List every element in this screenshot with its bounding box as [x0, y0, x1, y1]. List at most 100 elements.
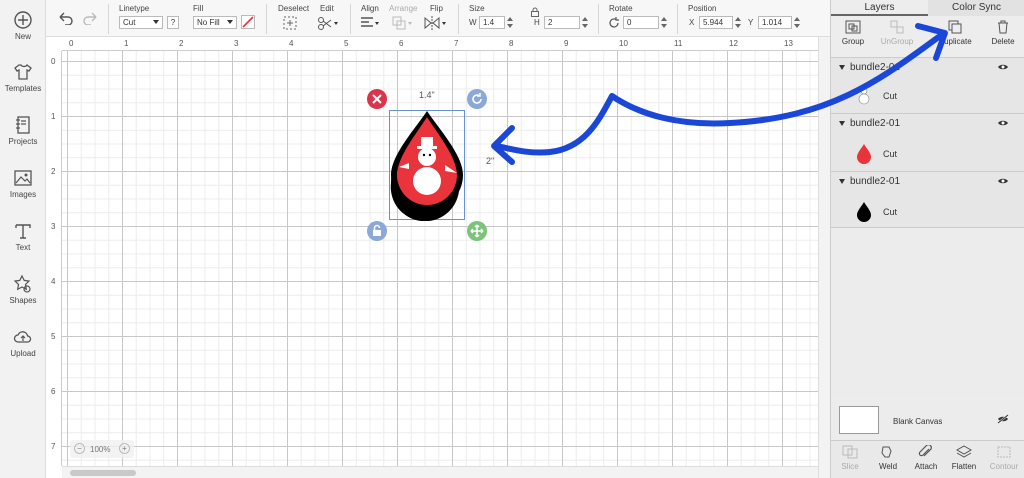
sidebar-item-projects[interactable]: Projects: [0, 115, 46, 146]
fill-color-swatch-icon[interactable]: [241, 15, 255, 29]
zoom-out-minus-icon[interactable]: −: [74, 443, 85, 454]
tab-color-sync[interactable]: Color Sync: [928, 0, 1024, 16]
chevron-down-icon: [227, 20, 233, 24]
black-drop-icon: [857, 202, 871, 222]
layer-group-header[interactable]: bundle2-01: [839, 176, 900, 187]
height-value: 2: [548, 18, 553, 27]
position-y-stepper[interactable]: [794, 16, 800, 29]
align-icon[interactable]: [359, 16, 381, 30]
ruler-tick-label: 1: [124, 39, 129, 48]
sidebar-item-shapes[interactable]: Shapes: [0, 274, 46, 305]
horizontal-scrollbar[interactable]: [62, 466, 818, 478]
layer-item-label: Cut: [883, 91, 898, 101]
height-stepper[interactable]: [582, 16, 588, 29]
linetype-help-button[interactable]: ?: [167, 16, 179, 29]
fill-select[interactable]: No Fill: [193, 16, 237, 29]
width-input[interactable]: 1.4: [479, 16, 505, 29]
redo-icon[interactable]: [82, 11, 98, 25]
ruler-tick-label: 0: [51, 57, 56, 66]
scrollbar-thumb[interactable]: [70, 470, 136, 476]
height-input[interactable]: 2: [544, 16, 580, 29]
slice-label: Slice: [841, 462, 859, 471]
design-canvas[interactable]: 1.4" 2": [62, 51, 818, 466]
snowman-drop-design[interactable]: [387, 109, 467, 221]
flatten-button[interactable]: Flatten: [945, 445, 983, 471]
sidebar-item-new[interactable]: New: [0, 10, 46, 41]
duplicate-icon: [948, 20, 962, 34]
eye-hidden-icon[interactable]: [997, 414, 1009, 424]
width-stepper[interactable]: [507, 16, 513, 29]
group-button[interactable]: Group: [831, 20, 875, 46]
delete-button[interactable]: Delete: [981, 20, 1024, 46]
layers-empty-area: [831, 228, 1024, 398]
rotate-label: Rotate: [609, 4, 633, 13]
delete-handle-close-icon[interactable]: [366, 88, 388, 110]
ruler-tick-label: 3: [234, 39, 239, 48]
rotate-icon: [609, 17, 619, 28]
linetype-select[interactable]: Cut: [119, 16, 163, 29]
sidebar-item-text[interactable]: Text: [0, 221, 46, 252]
bottom-action-bar: Slice Weld Attach Flatten Contour: [831, 440, 1024, 478]
fill-value: No Fill: [197, 18, 220, 27]
slice-button[interactable]: Slice: [831, 445, 869, 471]
eye-icon[interactable]: [997, 63, 1009, 71]
sidebar-item-templates[interactable]: Templates: [0, 62, 46, 93]
scale-handle-icon[interactable]: [466, 220, 488, 242]
duplicate-button[interactable]: Duplicate: [933, 20, 977, 46]
toolbar-divider: [350, 4, 351, 34]
tab-layers[interactable]: Layers: [831, 0, 928, 16]
y-prefix: Y: [748, 18, 754, 27]
scissors-icon[interactable]: [317, 16, 339, 30]
rotate-handle-icon[interactable]: [466, 88, 488, 110]
lock-handle-icon[interactable]: [366, 220, 388, 242]
layer-group-name: bundle2-01: [850, 118, 901, 129]
rotate-input[interactable]: 0: [623, 16, 659, 29]
weld-button[interactable]: Weld: [869, 445, 907, 471]
ruler-tick-label: 1: [51, 112, 56, 121]
design-space-app: New Templates Projects Images Text Shape…: [0, 0, 1024, 478]
layer-group[interactable]: bundle2-01 Cut: [831, 113, 1024, 171]
ungroup-button[interactable]: UnGroup: [875, 20, 919, 46]
position-x-input[interactable]: 5.944: [699, 16, 733, 29]
toolbar-divider: [598, 4, 599, 34]
blank-canvas-row[interactable]: Blank Canvas: [831, 400, 1024, 440]
red-drop-icon: [857, 144, 871, 164]
zoom-control[interactable]: − 100% +: [70, 440, 134, 458]
contour-button[interactable]: Contour: [985, 445, 1023, 471]
ruler-tick-label: 2: [179, 39, 184, 48]
attach-button[interactable]: Attach: [907, 445, 945, 471]
slice-icon: [842, 445, 858, 459]
sidebar-item-upload[interactable]: Upload: [0, 327, 46, 358]
layer-group-header[interactable]: bundle2-01: [839, 62, 900, 73]
chevron-down-icon: [153, 20, 159, 24]
ruler-tick-label: 13: [784, 39, 793, 48]
layer-group-header[interactable]: bundle2-01: [839, 118, 900, 129]
layer-group[interactable]: bundle2-01 Cut: [831, 171, 1024, 228]
position-x-stepper[interactable]: [735, 16, 741, 29]
ruler-tick-label: 10: [619, 39, 628, 48]
lock-icon[interactable]: [530, 7, 540, 17]
zoom-in-plus-icon[interactable]: +: [119, 443, 130, 454]
layers-panel: Layers Color Sync Group UnGroup Duplicat…: [830, 0, 1024, 478]
position-y-input[interactable]: 1.014: [758, 16, 792, 29]
flip-icon[interactable]: [424, 16, 448, 30]
sidebar-item-images[interactable]: Images: [0, 168, 46, 199]
weld-label: Weld: [878, 462, 898, 471]
layer-group[interactable]: bundle2-01 Cut: [831, 57, 1024, 113]
ruler-tick-label: 4: [289, 39, 294, 48]
vertical-scrollbar[interactable]: [818, 37, 830, 478]
arrange-icon[interactable]: [392, 16, 414, 30]
eye-icon[interactable]: [997, 177, 1009, 185]
sidebar-item-label: New: [14, 32, 31, 41]
deselect-icon[interactable]: [283, 16, 297, 30]
shirt-icon: [14, 64, 32, 80]
undo-icon[interactable]: [58, 11, 74, 25]
layer-group-name: bundle2-01: [850, 62, 901, 73]
layer-group-name: bundle2-01: [850, 176, 901, 187]
blank-canvas-swatch[interactable]: [839, 406, 879, 434]
linetype-value: Cut: [123, 18, 136, 27]
ruler-tick-label: 6: [51, 387, 56, 396]
eye-icon[interactable]: [997, 119, 1009, 127]
rotate-stepper[interactable]: [661, 16, 667, 29]
ruler-tick-label: 3: [51, 222, 56, 231]
